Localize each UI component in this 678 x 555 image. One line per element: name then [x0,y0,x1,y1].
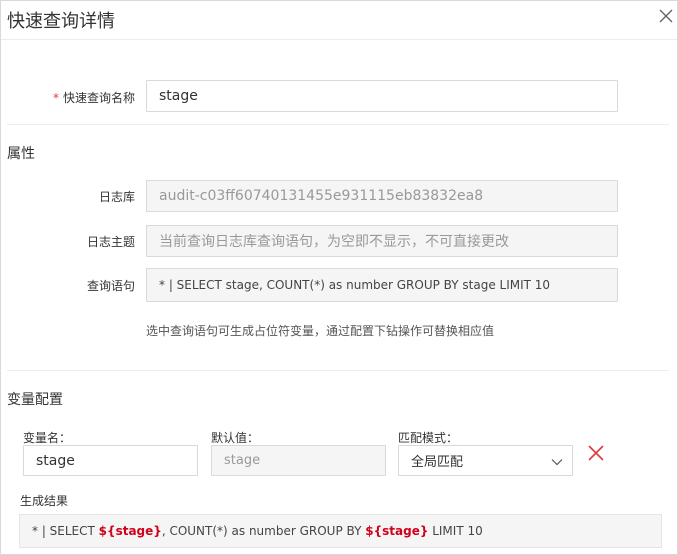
logstore-label: 日志库 [98,190,135,204]
dialog-title: 快速查询详情 [7,11,115,32]
variable-name-label: 变量名： [23,431,72,445]
result-variable: ${stage} [365,524,429,538]
section-divider [7,124,669,125]
result-part: * | SELECT [32,524,99,538]
match-mode-value: 全局匹配 [411,455,464,470]
topic-label: 日志主题 [86,235,135,249]
header-divider [1,39,677,40]
topic-field: 当前查询日志库查询语句，为空即不显示，不可直接更改 [146,225,618,257]
delete-icon[interactable] [585,442,607,464]
match-mode-select[interactable]: 全局匹配 [398,445,573,476]
query-statement-field[interactable]: * | SELECT stage, COUNT(*) as number GRO… [146,268,618,302]
query-name-input[interactable]: stage [146,80,618,112]
variable-name-input[interactable]: stage [23,445,198,476]
result-part: , COUNT(*) as number GROUP BY [161,524,366,538]
query-name-label-text: 快速查询名称 [62,91,135,105]
query-hint: 选中查询语句可生成占位符变量，通过配置下钻操作可替换相应值 [146,324,495,338]
default-value-label: 默认值： [211,431,260,445]
attributes-section-title: 属性 [7,146,35,162]
default-value-input[interactable]: stage [211,445,386,476]
chevron-down-icon [551,459,563,466]
result-part: LIMIT 10 [428,524,483,538]
logstore-field: audit-c03ff60740131455e931115eb83832ea8 [146,180,618,212]
quick-query-detail-dialog: 快速查询详情 * 快速查询名称 stage 属性 日志库 audit-c03ff6… [0,0,678,555]
result-variable: ${stage} [98,524,162,538]
generated-result: * | SELECT ${stage}, COUNT(*) as number … [19,514,662,548]
required-mark: * [52,91,59,105]
result-label: 生成结果 [20,494,69,508]
match-mode-label: 匹配模式： [398,431,459,445]
query-name-label: * 快速查询名称 [21,89,135,106]
close-icon[interactable] [656,6,676,26]
query-statement-label: 查询语句 [86,279,135,293]
variables-section-title: 变量配置 [7,392,63,408]
section-divider-2 [7,370,669,371]
